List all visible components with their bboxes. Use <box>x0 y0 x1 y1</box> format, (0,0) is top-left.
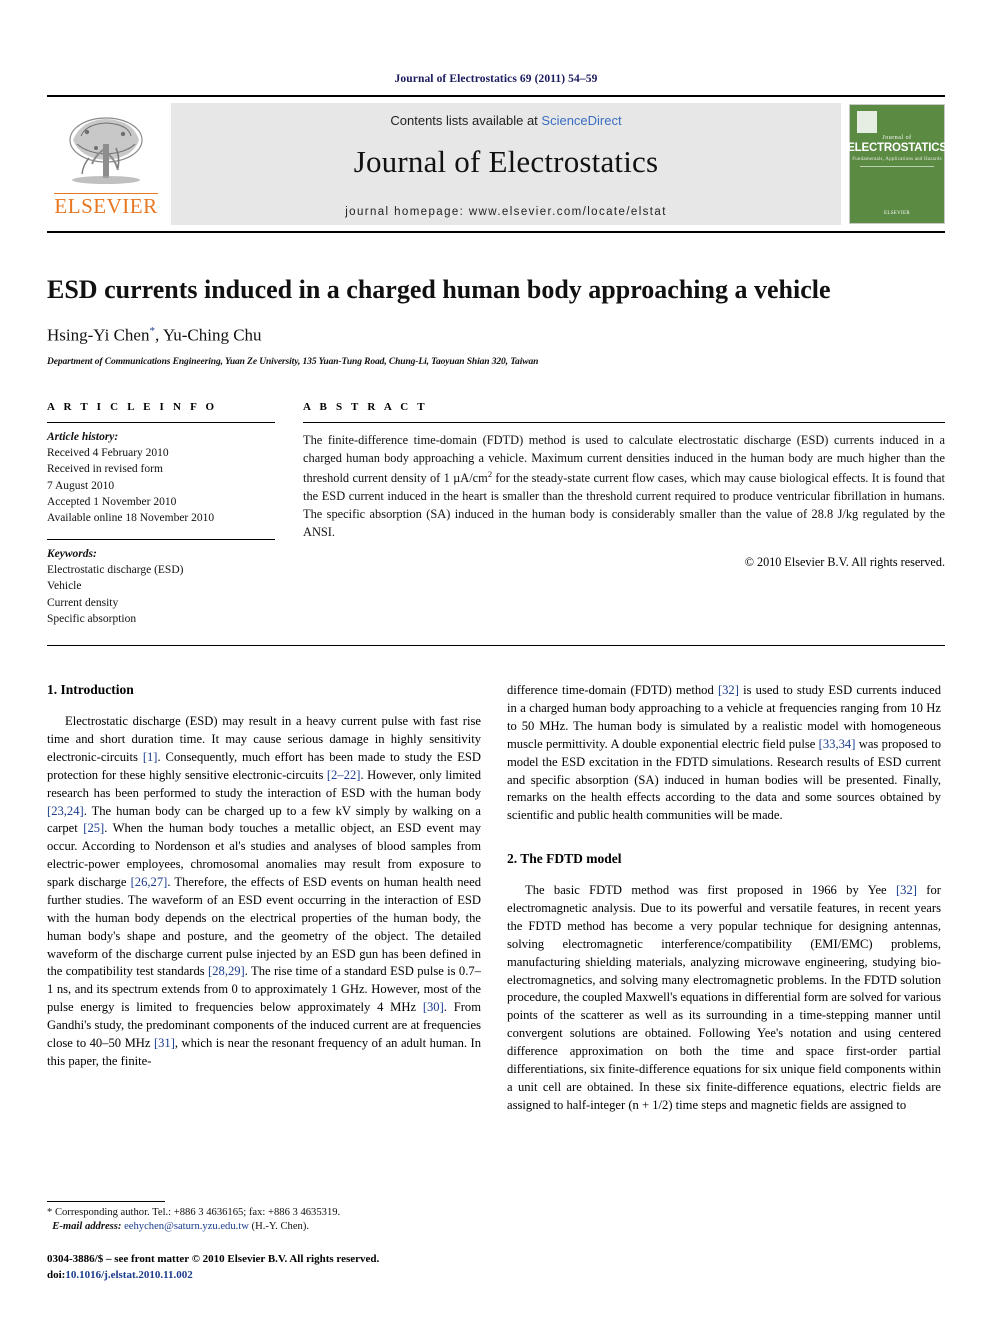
keywords-label: Keywords: <box>47 547 97 560</box>
article-info-column: A R T I C L E I N F O Article history: R… <box>47 401 275 628</box>
contents-prefix: Contents lists available at <box>390 112 542 128</box>
citation-ref[interactable]: [33,34] <box>819 737 856 751</box>
citation-ref[interactable]: [23,24] <box>47 804 84 818</box>
keyword-item: Electrostatic discharge (ESD) <box>47 563 184 576</box>
text-run: The basic FDTD method was first proposed… <box>525 883 896 898</box>
abstract-text: The finite-difference time-domain (FDTD)… <box>303 432 945 542</box>
citation-ref[interactable]: [25] <box>83 821 104 835</box>
cover-footer: ELSEVIER <box>883 211 910 216</box>
history-item: Received 4 February 2010 <box>47 446 169 459</box>
author-secondary: , Yu-Ching Chu <box>154 325 262 345</box>
heading-introduction: 1. Introduction <box>47 682 134 698</box>
history-item: Received in revised form <box>47 463 163 476</box>
paragraph-fdtd-model: The basic FDTD method was first proposed… <box>507 882 941 1114</box>
email-suffix: (H.-Y. Chen). <box>248 1221 310 1233</box>
info-abstract-block: A R T I C L E I N F O Article history: R… <box>47 401 945 628</box>
keywords-rule <box>47 538 275 540</box>
journal-banner: Contents lists available at ScienceDirec… <box>171 103 841 225</box>
body-column-right: difference time-domain (FDTD) method [32… <box>507 682 941 1114</box>
article-info-label: A R T I C L E I N F O <box>47 400 218 413</box>
paragraph-introduction: Electrostatic discharge (ESD) may result… <box>47 713 481 1071</box>
running-head: Journal of Electrostatics 69 (2011) 54–5… <box>394 73 598 85</box>
article-info-rule <box>47 421 275 423</box>
email-link[interactable]: eehychen@saturn.yzu.edu.tw <box>124 1221 249 1232</box>
keyword-item: Vehicle <box>47 580 82 593</box>
doi-line: doi:10.1016/j.elstat.2010.11.002 <box>47 1268 481 1283</box>
citation-ref[interactable]: [30] <box>423 1000 444 1014</box>
keywords-block: Keywords: Electrostatic discharge (ESD) … <box>47 546 275 628</box>
issn-copyright-block: 0304-3886/$ – see front matter © 2010 El… <box>47 1252 481 1283</box>
author-list: Hsing-Yi Chen*, Yu-Ching Chu <box>47 325 945 346</box>
cover-title: ELECTROSTATICS <box>847 142 947 154</box>
page-title: ESD currents induced in a charged human … <box>47 275 831 304</box>
author-primary: Hsing-Yi Chen <box>47 325 150 345</box>
contents-available-line: Contents lists available at ScienceDirec… <box>390 113 621 128</box>
history-item: 7 August 2010 <box>47 479 115 492</box>
citation-ref[interactable]: [28,29] <box>208 964 245 978</box>
article-history-label: Article history: <box>47 430 119 443</box>
elsevier-wordmark: ELSEVIER <box>54 192 158 218</box>
affiliation: Department of Communications Engineering… <box>47 356 539 367</box>
paragraph-introduction-continued: difference time-domain (FDTD) method [32… <box>507 682 941 825</box>
corresponding-author-note: * Corresponding author. Tel.: +886 3 463… <box>47 1206 341 1218</box>
history-item: Available online 18 November 2010 <box>47 512 215 525</box>
section-divider <box>47 645 945 647</box>
journal-homepage-link[interactable]: journal homepage: www.elsevier.com/locat… <box>345 206 667 218</box>
abstract-label: A B S T R A C T <box>303 400 428 413</box>
abstract-rule <box>303 421 945 423</box>
abstract-column: A B S T R A C T The finite-difference ti… <box>303 401 945 628</box>
text-run: difference time-domain (FDTD) method <box>507 683 718 698</box>
email-note: E-mail address: eehychen@saturn.yzu.edu.… <box>47 1220 481 1235</box>
cover-divider <box>860 166 934 167</box>
paper-page: Journal of Electrostatics 69 (2011) 54–5… <box>0 0 992 1323</box>
sciencedirect-link[interactable]: ScienceDirect <box>541 113 621 128</box>
cover-elsevier-mark-icon <box>857 111 877 133</box>
citation-ref[interactable]: [32] <box>896 883 917 897</box>
elsevier-tree-icon <box>69 116 143 184</box>
email-label: E-mail address: <box>52 1221 122 1233</box>
body-columns: 1. Introduction Electrostatic discharge … <box>47 682 945 1114</box>
text-run: for electromagnetic analysis. Due to its… <box>507 883 941 1112</box>
keyword-item: Current density <box>47 596 119 609</box>
text-run: . Therefore, the effects of ESD events o… <box>47 875 481 979</box>
cover-subtitle: Fundamentals, Applications and Hazards <box>852 157 942 162</box>
copyright-line: © 2010 Elsevier B.V. All rights reserved… <box>744 554 945 569</box>
footnote-block: * Corresponding author. Tel.: +886 3 463… <box>47 1200 481 1283</box>
doi-label: doi: <box>47 1268 66 1281</box>
cover-small-top: Journal of <box>882 135 912 141</box>
keyword-item: Specific absorption <box>47 612 137 625</box>
citation-ref[interactable]: [1] <box>143 750 158 764</box>
history-item: Accepted 1 November 2010 <box>47 495 177 508</box>
doi-link[interactable]: 10.1016/j.elstat.2010.11.002 <box>65 1269 192 1281</box>
journal-title: Journal of Electrostatics <box>353 143 659 179</box>
elsevier-logo: ELSEVIER <box>47 97 165 231</box>
heading-fdtd-model: 2. The FDTD model <box>507 851 622 867</box>
body-column-left: 1. Introduction Electrostatic discharge … <box>47 682 481 1114</box>
citation-ref[interactable]: [26,27] <box>131 875 168 889</box>
footnote-rule <box>47 1200 165 1202</box>
citation-ref[interactable]: [2–22] <box>327 768 361 782</box>
journal-masthead: ELSEVIER Contents lists available at Sci… <box>47 95 947 233</box>
journal-cover-thumbnail[interactable]: Journal of ELECTROSTATICS Fundamentals, … <box>847 104 947 224</box>
citation-ref[interactable]: [31] <box>154 1036 175 1050</box>
article-history: Article history: Received 4 February 201… <box>47 429 275 527</box>
citation-ref[interactable]: [32] <box>718 683 739 697</box>
issn-line: 0304-3886/$ – see front matter © 2010 El… <box>47 1253 380 1266</box>
